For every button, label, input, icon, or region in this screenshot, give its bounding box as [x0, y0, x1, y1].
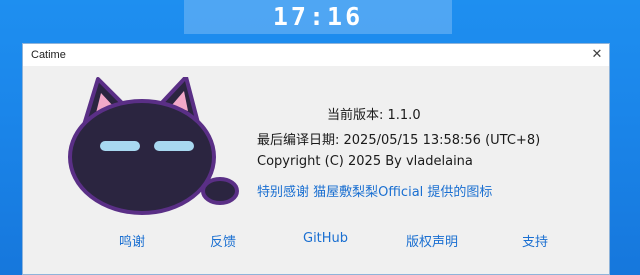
- link-feedback[interactable]: 反馈: [210, 231, 236, 250]
- link-support[interactable]: 支持: [522, 231, 548, 250]
- cat-left-eye: [100, 141, 140, 151]
- title-bar[interactable]: Catime ✕: [23, 44, 609, 66]
- version-text: 当前版本: 1.1.0: [327, 108, 421, 123]
- copyright-text: Copyright (C) 2025 By vladelaina: [257, 154, 473, 169]
- footer-links: 鸣谢 反馈 GitHub 版权声明 支持: [23, 231, 609, 250]
- clock-time: 17:16: [272, 2, 364, 31]
- window-title: Catime: [31, 49, 66, 61]
- link-github[interactable]: GitHub: [303, 231, 348, 246]
- about-dialog: Catime ✕ 当前版本: 1.1.0 最后编译日期: 2025/05/15 …: [22, 43, 610, 275]
- desktop-background: 17:16 Catime ✕ 当前版本: 1.1.0 最后编译日期: 2025/…: [0, 0, 640, 275]
- build-date-text: 最后编译日期: 2025/05/15 13:58:56 (UTC+8): [257, 133, 541, 148]
- close-icon[interactable]: ✕: [585, 44, 609, 66]
- link-license[interactable]: 版权声明: [406, 231, 458, 250]
- clock-overlay[interactable]: 17:16: [184, 0, 452, 34]
- icon-credit-link[interactable]: 特别感谢 猫屋敷梨梨Official 提供的图标: [257, 181, 492, 200]
- cat-body: [68, 99, 216, 215]
- cat-right-eye: [154, 141, 194, 151]
- black-cat-icon: [68, 77, 239, 215]
- link-acknowledgements[interactable]: 鸣谢: [119, 231, 145, 250]
